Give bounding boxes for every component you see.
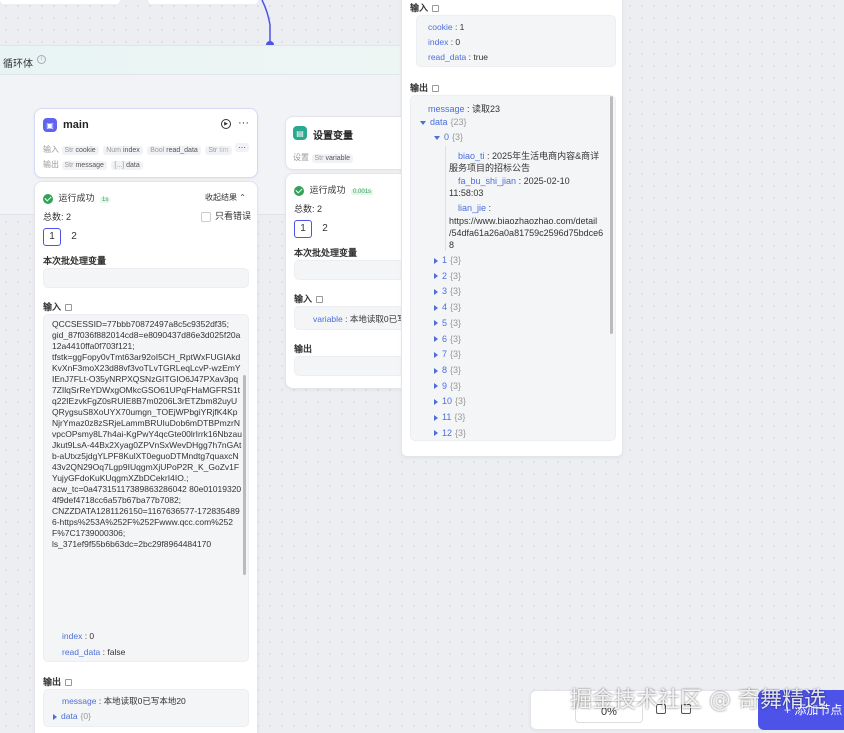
batch-var-title: 本次批处理变量 bbox=[294, 248, 358, 258]
total-count: 总数: 2 bbox=[294, 204, 323, 214]
total-count: 总数: 2 bbox=[43, 212, 72, 222]
data-row[interactable]: data {0} bbox=[53, 711, 91, 721]
read-data-row: read_data : true bbox=[428, 52, 489, 62]
cookie-row: cookie : 1 bbox=[428, 22, 465, 32]
variable-chip: Str variable bbox=[311, 154, 353, 163]
upper-node-edge bbox=[148, 0, 258, 4]
input-title: 输入 bbox=[410, 1, 440, 14]
more-inputs-button[interactable]: ··· bbox=[235, 143, 249, 152]
watermark: 掘金技术社区 @ 奇舞精选 bbox=[570, 688, 826, 713]
input-chip-time: Str tim bbox=[205, 146, 232, 155]
copy-icon bbox=[65, 304, 73, 312]
collapse-result-button[interactable]: 收起结果 ⌃ bbox=[205, 192, 246, 203]
output-content-box: message : 读取23 data {23} 0 {3} biao_ti : 2… bbox=[410, 95, 616, 441]
index-row: index : 0 bbox=[62, 631, 95, 641]
batch-var-box bbox=[294, 260, 416, 280]
fa-bu-cont: 11:58:03 bbox=[449, 188, 484, 198]
main-result-panel: 运行成功 1s 收起结果 ⌃ 只看错误 总数: 2 12 本次批处理变量 输入 … bbox=[34, 181, 258, 733]
run-status: 运行成功 bbox=[309, 185, 346, 195]
output-content-box: message : 本地读取0已写本地20 data {0} bbox=[43, 689, 249, 727]
batch-var-title: 本次批处理变量 bbox=[43, 256, 107, 266]
input-chip-read-data: Bool read_data bbox=[147, 146, 201, 155]
input-chip-index: Num index bbox=[103, 146, 143, 155]
output-title: 输出 bbox=[294, 344, 313, 354]
data-item-3[interactable]: 3 {3} bbox=[434, 286, 461, 296]
set-variable-node[interactable]: ▤ 设置变量 设置 Str variable bbox=[285, 116, 415, 170]
input-label: 输入 bbox=[43, 145, 59, 154]
batch-tab-1[interactable]: 1 bbox=[43, 228, 61, 246]
output-chip-data: [...] data bbox=[111, 161, 143, 170]
lian-jie-key: lian_jie : bbox=[458, 203, 492, 213]
batch-tab-2[interactable]: 2 bbox=[65, 229, 83, 247]
duration-badge: 1s bbox=[100, 197, 111, 203]
success-icon bbox=[43, 193, 53, 204]
run-status: 运行成功 bbox=[58, 193, 95, 203]
message-row: message : 读取23 bbox=[428, 104, 501, 114]
data-item-0[interactable]: 0 {3} bbox=[434, 132, 463, 142]
index-row: index : 0 bbox=[428, 37, 461, 47]
output-label: 输出 bbox=[43, 160, 59, 169]
message-row: message : 本地读取0已写本地20 bbox=[62, 696, 186, 706]
output-content-box bbox=[294, 356, 416, 376]
output-title: 输出 bbox=[43, 675, 73, 688]
biao-ti-cont: 服务项目的招标公告 bbox=[449, 163, 531, 173]
data-item-8[interactable]: 8 {3} bbox=[434, 365, 461, 375]
batch-var-box bbox=[43, 268, 249, 288]
upper-node-edge bbox=[0, 0, 120, 4]
set-variable-title: 设置变量 bbox=[313, 131, 353, 142]
lian-jie-line1: https://www.biaozhaozhao.com/detail bbox=[449, 216, 598, 226]
success-icon bbox=[294, 185, 304, 196]
set-label: 设置 bbox=[293, 153, 309, 162]
data-item-6[interactable]: 6 {3} bbox=[434, 334, 461, 344]
main-node[interactable]: ▣ main ▶ ··· 输入 Str cookie Num index Bool r… bbox=[34, 108, 258, 178]
data-item-5[interactable]: 5 {3} bbox=[434, 318, 461, 328]
copy-icon bbox=[432, 5, 440, 13]
output-title: 输出 bbox=[410, 81, 440, 94]
input-content-box: variable : 本地读取0已写 bbox=[294, 306, 416, 330]
variable-row: variable : 本地读取0已写 bbox=[313, 314, 406, 324]
lian-jie-line2: /54dfa61a26a0a81759c2596d75bdce6 bbox=[449, 228, 604, 238]
info-icon[interactable]: i bbox=[37, 55, 46, 64]
copy-icon bbox=[432, 85, 440, 93]
data-item-10[interactable]: 10 {3} bbox=[434, 396, 466, 406]
code-node-icon: ▣ bbox=[43, 118, 57, 132]
main-node-title: main bbox=[63, 119, 89, 131]
batch-tab-1[interactable]: 1 bbox=[294, 220, 312, 238]
copy-icon bbox=[65, 679, 73, 687]
input-content-box: QCCSESSID=77bbb70872497a8c5c9352df35; gi… bbox=[43, 314, 249, 662]
data-item-7[interactable]: 7 {3} bbox=[434, 349, 461, 359]
data-item-12[interactable]: 12 {3} bbox=[434, 428, 466, 438]
input-title: 输入 bbox=[43, 300, 73, 313]
data-item-9[interactable]: 9 {3} bbox=[434, 381, 461, 391]
run-icon[interactable]: ▶ bbox=[221, 119, 231, 129]
loop-title: 循环体 bbox=[3, 59, 33, 70]
detail-panel: 输入 cookie : 1 index : 0 read_data : true… bbox=[401, 0, 623, 457]
only-errors-toggle[interactable]: 只看错误 bbox=[201, 209, 251, 222]
variable-node-icon: ▤ bbox=[293, 126, 307, 140]
batch-tab-2[interactable]: 2 bbox=[316, 221, 334, 239]
lian-jie-line3: 8 bbox=[449, 240, 455, 250]
copy-icon bbox=[316, 296, 324, 304]
input-content-box: cookie : 1 index : 0 read_data : true bbox=[416, 15, 616, 67]
scrollbar[interactable] bbox=[610, 96, 613, 334]
output-chip-message: Str message bbox=[61, 161, 107, 170]
data-node[interactable]: data {23} bbox=[420, 117, 467, 127]
more-icon[interactable]: ··· bbox=[238, 117, 249, 129]
cookie-value: QCCSESSID=77bbb70872497a8c5c9352df35; gi… bbox=[52, 319, 242, 549]
input-chip-cookie: Str cookie bbox=[61, 146, 99, 155]
data-item-1[interactable]: 1 {3} bbox=[434, 255, 461, 265]
read-data-row: read_data : false bbox=[62, 647, 126, 657]
input-title: 输入 bbox=[294, 292, 324, 305]
data-item-11[interactable]: 11 {3} bbox=[434, 412, 465, 422]
set-variable-result-panel: 运行成功 0.001s 总数: 2 12 本次批处理变量 输入 variable… bbox=[285, 173, 416, 389]
data-item-4[interactable]: 4 {3} bbox=[434, 302, 461, 312]
data-item-2[interactable]: 2 {3} bbox=[434, 271, 461, 281]
duration-badge: 0.001s bbox=[351, 189, 374, 195]
loop-header bbox=[0, 45, 400, 75]
fa-bu-row: fa_bu_shi_jian : 2025-02-10 bbox=[458, 176, 570, 186]
scrollbar[interactable] bbox=[243, 375, 246, 575]
